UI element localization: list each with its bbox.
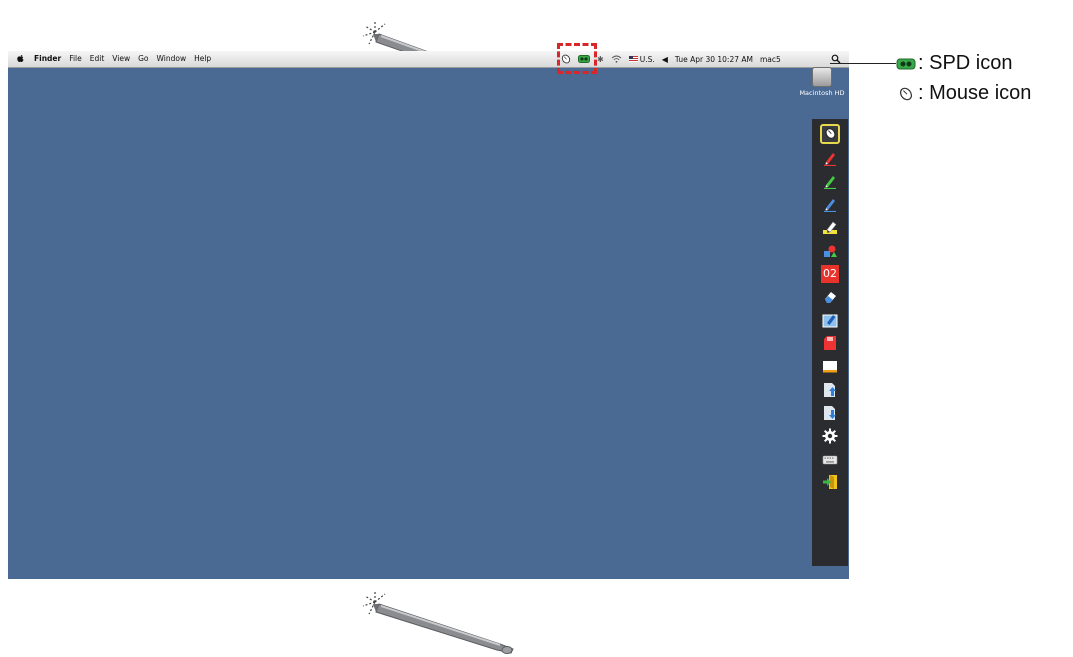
- menu-bar: Finder File Edit View Go Window Help ✱ U…: [8, 51, 849, 68]
- mouse-icon: [899, 87, 913, 100]
- import-button[interactable]: [821, 381, 839, 399]
- spd-icon: [896, 58, 916, 69]
- menu-edit[interactable]: Edit: [90, 54, 105, 63]
- save-icon: [824, 336, 836, 351]
- bluetooth-icon[interactable]: ✱: [597, 55, 604, 64]
- highlighter-button[interactable]: [821, 218, 839, 236]
- us-flag-icon: [628, 56, 638, 62]
- highlight-box: [557, 43, 597, 74]
- blue-pen-icon: [824, 199, 836, 213]
- hard-drive-icon: [812, 67, 832, 87]
- settings-button[interactable]: [821, 427, 839, 445]
- clock[interactable]: Tue Apr 30 10:27 AM: [675, 55, 753, 64]
- pen-toolbar: 02: [812, 119, 848, 566]
- macintosh-hd[interactable]: Macintosh HD: [798, 67, 846, 97]
- export-icon: [824, 405, 836, 420]
- menu-help[interactable]: Help: [194, 54, 211, 63]
- menu-finder[interactable]: Finder: [34, 54, 61, 63]
- keyboard-button[interactable]: [821, 450, 839, 468]
- mouse-tool-button[interactable]: [820, 123, 840, 144]
- red-pen-button[interactable]: [821, 149, 839, 167]
- clear-screen-button[interactable]: [821, 311, 839, 329]
- highlighter-icon: [823, 221, 837, 235]
- save-button[interactable]: [821, 334, 839, 352]
- exit-button[interactable]: [821, 473, 839, 491]
- legend-spd-label: : SPD icon: [918, 52, 1013, 74]
- blue-pen-button[interactable]: [821, 195, 839, 213]
- green-pen-icon: [824, 175, 836, 189]
- shapes-icon: [824, 245, 837, 257]
- green-pen-button[interactable]: [821, 172, 839, 190]
- menu-window[interactable]: Window: [157, 54, 187, 63]
- drive-label: Macintosh HD: [799, 89, 845, 97]
- input-source-label: U.S.: [639, 54, 655, 64]
- eraser-button[interactable]: [821, 288, 839, 306]
- desktop-screen: Finder File Edit View Go Window Help ✱ U…: [8, 51, 849, 579]
- red-pen-icon: [824, 152, 836, 166]
- eraser-icon: [825, 291, 836, 303]
- menu-list: Finder File Edit View Go Window Help: [34, 54, 211, 63]
- settings-icon: [822, 428, 838, 444]
- callout-line: [830, 63, 896, 64]
- mouse-icon: [825, 128, 835, 139]
- legend-spd: : SPD icon: [896, 52, 1012, 75]
- import-icon: [824, 382, 836, 397]
- export-button[interactable]: [821, 404, 839, 422]
- pen-illustration-bottom: [362, 590, 514, 654]
- exit-icon: [823, 475, 837, 490]
- menu-go[interactable]: Go: [138, 54, 148, 63]
- menu-view[interactable]: View: [112, 54, 130, 63]
- page-counter[interactable]: 02: [821, 264, 839, 283]
- input-source[interactable]: U.S.: [628, 54, 655, 64]
- shapes-button[interactable]: [821, 242, 839, 260]
- menu-file[interactable]: File: [69, 54, 82, 63]
- whiteboard-button[interactable]: [821, 357, 839, 375]
- clear-icon: [822, 314, 838, 328]
- whiteboard-icon: [823, 361, 837, 373]
- wifi-icon[interactable]: [611, 55, 622, 63]
- user-name[interactable]: mac5: [760, 55, 781, 64]
- apple-menu-icon[interactable]: [16, 54, 25, 63]
- keyboard-icon: [822, 455, 838, 465]
- legend-mouse: : Mouse icon: [896, 82, 1031, 105]
- legend-mouse-label: : Mouse icon: [918, 82, 1032, 104]
- volume-icon[interactable]: ◀: [662, 55, 668, 64]
